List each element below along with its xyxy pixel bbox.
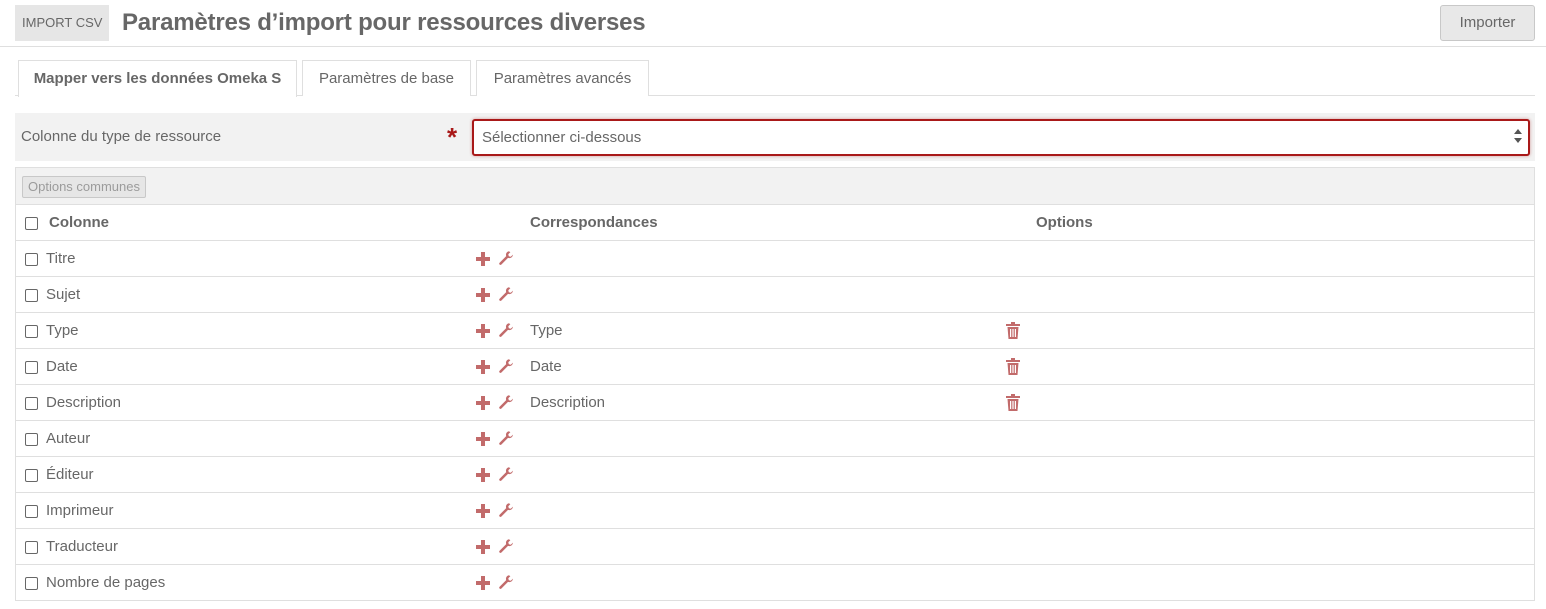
tab-advanced-settings[interactable]: Paramètres avancés xyxy=(476,60,649,96)
row-checkbox[interactable] xyxy=(25,361,38,374)
row-column-label: Description xyxy=(46,394,122,411)
table-row: Traducteur xyxy=(16,529,1534,565)
wrench-icon[interactable] xyxy=(498,430,514,446)
row-column-label: Nombre de pages xyxy=(46,574,166,591)
row-checkbox[interactable] xyxy=(25,505,38,518)
resource-type-select[interactable]: Sélectionner ci-dessous xyxy=(472,119,1530,156)
table-row: Nombre de pages xyxy=(16,565,1534,601)
wrench-icon[interactable] xyxy=(498,286,514,302)
header-mappings: Correspondances xyxy=(530,214,658,231)
table-row: Description Description xyxy=(16,385,1534,421)
select-arrows-icon xyxy=(1514,127,1522,147)
trash-icon[interactable] xyxy=(1006,358,1020,375)
row-checkbox[interactable] xyxy=(25,433,38,446)
table-row: Titre xyxy=(16,241,1534,277)
row-checkbox[interactable] xyxy=(25,325,38,338)
select-all-checkbox[interactable] xyxy=(25,217,38,230)
header-options: Options xyxy=(1036,214,1093,231)
tab-basic-settings[interactable]: Paramètres de base xyxy=(302,60,471,96)
resource-type-field: Colonne du type de ressource * Sélection… xyxy=(15,113,1535,161)
resource-type-select-value: Sélectionner ci-dessous xyxy=(482,129,642,146)
wrench-icon[interactable] xyxy=(498,358,514,374)
section-tabs: Mapper vers les données Omeka S Paramètr… xyxy=(15,60,1535,97)
trash-icon[interactable] xyxy=(1006,394,1020,411)
row-checkbox[interactable] xyxy=(25,289,38,302)
plus-icon[interactable] xyxy=(476,432,490,446)
required-asterisk-icon: * xyxy=(447,122,458,152)
table-row: Sujet xyxy=(16,277,1534,313)
page-header: IMPORT CSV Paramètres d’import pour ress… xyxy=(0,0,1546,47)
resource-type-label: Colonne du type de ressource xyxy=(21,128,222,145)
row-checkbox[interactable] xyxy=(25,541,38,554)
plus-icon[interactable] xyxy=(476,360,490,374)
wrench-icon[interactable] xyxy=(498,394,514,410)
wrench-icon[interactable] xyxy=(498,466,514,482)
table-row: Date Date xyxy=(16,349,1534,385)
table-toolbar: Options communes xyxy=(16,168,1534,205)
wrench-icon[interactable] xyxy=(498,250,514,266)
row-column-label: Sujet xyxy=(46,286,81,303)
header-column: Colonne xyxy=(49,214,109,231)
plus-icon[interactable] xyxy=(476,324,490,338)
tab-mapping[interactable]: Mapper vers les données Omeka S xyxy=(18,60,297,97)
row-checkbox[interactable] xyxy=(25,469,38,482)
row-column-label: Auteur xyxy=(46,430,91,447)
common-options-button[interactable]: Options communes xyxy=(22,176,146,198)
table-header: Colonne Correspondances Options xyxy=(16,205,1534,241)
page-title: Paramètres d’import pour ressources dive… xyxy=(122,9,646,36)
row-checkbox[interactable] xyxy=(25,577,38,590)
wrench-icon[interactable] xyxy=(498,574,514,590)
plus-icon[interactable] xyxy=(476,396,490,410)
row-column-label: Titre xyxy=(46,250,76,267)
plus-icon[interactable] xyxy=(476,468,490,482)
table-row: Éditeur xyxy=(16,457,1534,493)
import-button[interactable]: Importer xyxy=(1440,5,1535,41)
plus-icon[interactable] xyxy=(476,288,490,302)
plus-icon[interactable] xyxy=(476,504,490,518)
table-row: Auteur xyxy=(16,421,1534,457)
row-mapping: Date xyxy=(530,358,562,375)
table-row: Type Type xyxy=(16,313,1534,349)
row-checkbox[interactable] xyxy=(25,253,38,266)
row-column-label: Date xyxy=(46,358,78,375)
row-mapping: Type xyxy=(530,322,563,339)
plus-icon[interactable] xyxy=(476,540,490,554)
module-badge: IMPORT CSV xyxy=(15,5,110,41)
mapping-table: Options communes Colonne Correspondances… xyxy=(15,167,1535,601)
row-mapping: Description xyxy=(530,394,606,411)
row-checkbox[interactable] xyxy=(25,397,38,410)
plus-icon[interactable] xyxy=(476,252,490,266)
row-column-label: Imprimeur xyxy=(46,502,114,519)
row-column-label: Traducteur xyxy=(46,538,118,555)
row-column-label: Éditeur xyxy=(46,466,94,483)
wrench-icon[interactable] xyxy=(498,538,514,554)
table-row: Imprimeur xyxy=(16,493,1534,529)
wrench-icon[interactable] xyxy=(498,502,514,518)
row-column-label: Type xyxy=(46,322,79,339)
plus-icon[interactable] xyxy=(476,576,490,590)
wrench-icon[interactable] xyxy=(498,322,514,338)
trash-icon[interactable] xyxy=(1006,322,1020,339)
